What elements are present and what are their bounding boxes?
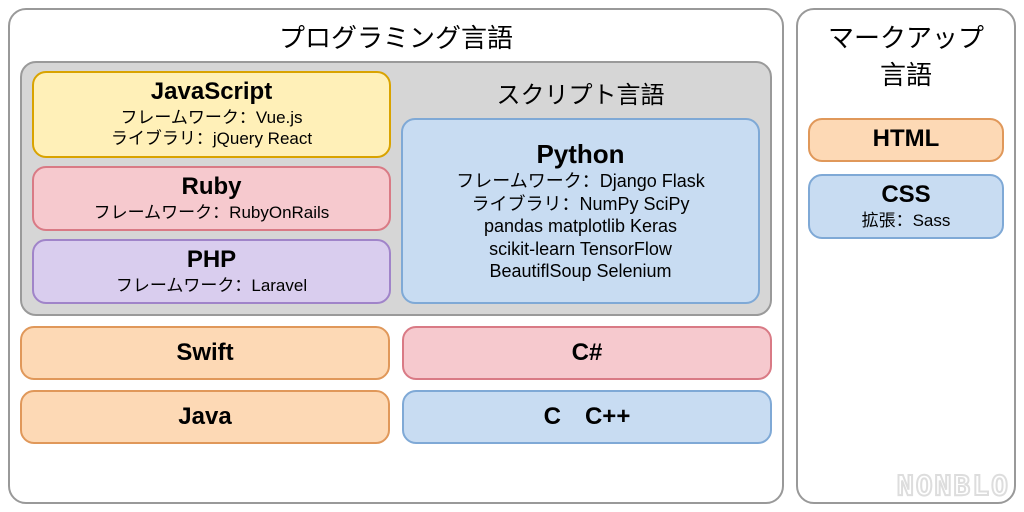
script-language-group: JavaScriptフレームワーク：Vue.jsライブラリ：jQuery Rea… xyxy=(20,61,772,316)
lang-name: PHP xyxy=(40,245,383,275)
lang-detail: フレームワーク：RubyOnRails xyxy=(40,202,383,223)
lang-detail: フレームワーク：Laravel xyxy=(40,275,383,296)
lang-name: Swift xyxy=(28,338,382,368)
lang-card-java: Java xyxy=(20,390,390,444)
lang-name: Java xyxy=(28,402,382,432)
lang-detail: フレームワーク：Django Flaskライブラリ：NumPy SciPypan… xyxy=(409,170,752,283)
lang-name: Python xyxy=(409,138,752,171)
lang-name: C C++ xyxy=(410,402,764,432)
lang-card-csharp: C# xyxy=(402,326,772,380)
lang-card-ruby: Rubyフレームワーク：RubyOnRails xyxy=(32,166,391,231)
lang-name: Ruby xyxy=(40,172,383,202)
programming-row: Swift C# xyxy=(20,326,772,380)
lang-name: C# xyxy=(410,338,764,368)
lang-card-css: CSS拡張：Sass xyxy=(808,174,1004,239)
lang-name: HTML xyxy=(816,124,996,154)
programming-panel: プログラミング言語 JavaScriptフレームワーク：Vue.jsライブラリ：… xyxy=(8,8,784,504)
markup-panel: マークアップ 言語 HTML CSS拡張：Sass xyxy=(796,8,1016,504)
lang-detail: 拡張：Sass xyxy=(816,210,996,231)
markup-title: マークアップ 言語 xyxy=(808,18,1004,92)
lang-card-swift: Swift xyxy=(20,326,390,380)
lang-card-html: HTML xyxy=(808,118,1004,162)
programming-title: プログラミング言語 xyxy=(20,18,772,55)
markup-cards: HTML CSS拡張：Sass xyxy=(808,118,1004,239)
programming-rows: Swift C# Java C C++ xyxy=(20,326,772,454)
lang-card-c-cpp: C C++ xyxy=(402,390,772,444)
lang-name: JavaScript xyxy=(40,77,383,107)
script-right-column: スクリプト言語 Python フレームワーク：Django Flaskライブラリ… xyxy=(401,71,760,304)
lang-card-javascript: JavaScriptフレームワーク：Vue.jsライブラリ：jQuery Rea… xyxy=(32,71,391,158)
lang-detail: フレームワーク：Vue.jsライブラリ：jQuery React xyxy=(40,107,383,150)
script-left-column: JavaScriptフレームワーク：Vue.jsライブラリ：jQuery Rea… xyxy=(32,71,391,304)
script-group-title: スクリプト言語 xyxy=(401,75,760,110)
lang-name: CSS xyxy=(816,180,996,210)
programming-row: Java C C++ xyxy=(20,390,772,444)
lang-card-php: PHPフレームワーク：Laravel xyxy=(32,239,391,304)
lang-card-python: Python フレームワーク：Django Flaskライブラリ：NumPy S… xyxy=(401,118,760,304)
